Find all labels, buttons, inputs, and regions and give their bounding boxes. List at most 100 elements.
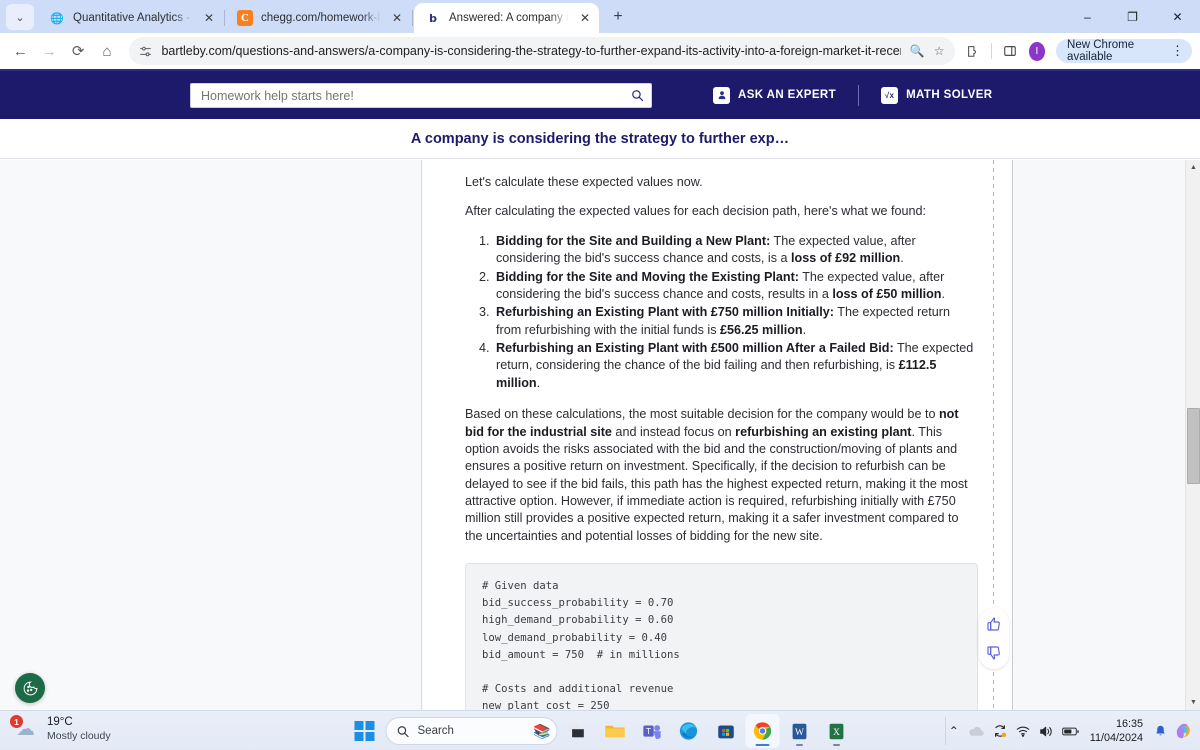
running-indicator xyxy=(833,743,840,746)
extensions-icon[interactable] xyxy=(961,37,985,65)
avatar[interactable]: I xyxy=(1028,41,1046,61)
wifi-icon[interactable] xyxy=(1016,725,1030,737)
reload-button[interactable]: ⟳ xyxy=(66,37,91,65)
finding-text-b: . xyxy=(536,375,541,390)
close-icon[interactable]: ✕ xyxy=(201,10,217,26)
math-solver-link[interactable]: √x MATH SOLVER xyxy=(881,86,993,104)
minimize-button[interactable]: – xyxy=(1065,0,1110,33)
browser-tab-0[interactable]: 🌐 Quantitative Analytics - BUS260 ✕ xyxy=(38,3,223,33)
close-window-button[interactable]: ✕ xyxy=(1155,0,1200,33)
toolbar-divider xyxy=(990,43,992,59)
taskbar-app-edge[interactable] xyxy=(672,714,706,748)
right-rail-pane xyxy=(1014,160,1185,710)
cookie-consent-button[interactable] xyxy=(15,673,45,703)
chegg-icon: C xyxy=(237,10,253,26)
search-icon[interactable] xyxy=(631,89,644,102)
forward-button[interactable]: → xyxy=(37,37,62,65)
conclusion-p2: and instead focus on xyxy=(611,424,736,439)
side-panel-icon[interactable] xyxy=(998,37,1022,65)
tray-overflow-icon[interactable]: ⌃ xyxy=(949,724,959,738)
maximize-button[interactable]: ❐ xyxy=(1110,0,1155,33)
content-viewport: Let's calculate these expected values no… xyxy=(0,160,1185,710)
home-button[interactable]: ⌂ xyxy=(95,37,120,65)
page-title: A company is considering the strategy to… xyxy=(410,130,790,147)
thumbs-down-icon[interactable] xyxy=(984,643,1004,663)
chrome-update-pill[interactable]: New Chrome available ⋮ xyxy=(1056,39,1193,63)
arrow-right-icon: → xyxy=(41,42,57,60)
findings-list: Bidding for the Site and Building a New … xyxy=(465,233,978,392)
taskbar-app-excel[interactable]: X xyxy=(820,714,854,748)
answer-conclusion: Based on these calculations, the most su… xyxy=(465,406,978,545)
notifications-bell-icon[interactable] xyxy=(1154,724,1167,738)
taskbar-search[interactable]: Search 📚 xyxy=(385,717,558,745)
scroll-down-button[interactable]: ▼ xyxy=(1186,695,1200,710)
site-search[interactable] xyxy=(190,83,652,108)
svg-text:T: T xyxy=(645,726,651,736)
file-explorer-dark-icon xyxy=(568,724,584,738)
taskbar-app-microsoft-store[interactable] xyxy=(709,714,743,748)
thumbs-up-icon[interactable] xyxy=(984,614,1004,634)
reload-icon: ⟳ xyxy=(71,43,85,60)
answer-lead-1: Let's calculate these expected values no… xyxy=(465,175,703,189)
address-bar[interactable]: bartleby.com/questions-and-answers/a-com… xyxy=(129,37,955,65)
taskbar-app-chrome[interactable] xyxy=(745,714,780,748)
magnifier-icon[interactable]: 🔍 xyxy=(910,44,925,58)
taskbar-center: Search 📚 T W X xyxy=(347,711,854,750)
onedrive-icon[interactable] xyxy=(968,725,984,737)
star-icon[interactable]: ☆ xyxy=(934,44,945,58)
finding-term: Refurbishing an Existing Plant with £500… xyxy=(496,341,894,355)
close-icon[interactable]: ✕ xyxy=(577,10,593,26)
tab-title: Answered: A company is consid xyxy=(449,12,569,24)
ask-an-expert-link[interactable]: ASK AN EXPERT xyxy=(713,86,836,104)
bartleby-icon: b xyxy=(429,11,437,25)
conclusion-p3: . This option avoids the risks associate… xyxy=(465,424,968,543)
globe-icon: 🌐 xyxy=(50,12,64,25)
minimize-icon: – xyxy=(1084,9,1091,24)
taskbar-clock[interactable]: 16:35 11/04/2024 xyxy=(1090,717,1143,745)
windows-update-icon[interactable] xyxy=(993,724,1007,738)
finding-term: Refurbishing an Existing Plant with £750… xyxy=(496,305,834,320)
edge-icon xyxy=(679,722,698,740)
triangle-down-icon: ▼ xyxy=(1190,699,1197,706)
tune-icon[interactable] xyxy=(139,45,152,58)
scroll-up-button[interactable]: ▲ xyxy=(1186,160,1200,175)
weather-text: 19°C Mostly cloudy xyxy=(47,715,111,743)
kebab-menu-icon[interactable]: ⋮ xyxy=(1171,43,1184,59)
volume-icon[interactable] xyxy=(1039,725,1053,738)
svg-text:W: W xyxy=(795,727,804,737)
new-tab-button[interactable]: + xyxy=(605,4,631,30)
weather-widget[interactable]: ☁ 1 19°C Mostly cloudy xyxy=(10,715,111,743)
screen: ⌄ 🌐 Quantitative Analytics - BUS260 ✕ C … xyxy=(0,0,1200,750)
scrollbar-thumb[interactable] xyxy=(1187,408,1200,484)
page-scrollbar[interactable]: ▲ ▼ xyxy=(1185,160,1200,710)
math-solver-icon: √x xyxy=(881,86,899,104)
update-label: New Chrome available xyxy=(1067,39,1135,63)
tab-search-button[interactable]: ⌄ xyxy=(6,4,34,30)
home-icon: ⌂ xyxy=(102,42,112,60)
taskbar-app-teams[interactable]: T xyxy=(635,714,669,748)
browser-tab-1[interactable]: C chegg.com/homework-help/qu ✕ xyxy=(226,3,411,33)
tray-divider xyxy=(944,717,946,745)
copilot-icon[interactable] xyxy=(1176,723,1192,739)
svg-text:X: X xyxy=(833,727,840,737)
search-input[interactable] xyxy=(201,88,631,103)
microsoft-store-icon xyxy=(717,724,734,738)
back-button[interactable]: ← xyxy=(8,37,33,65)
close-icon[interactable]: ✕ xyxy=(389,10,405,26)
search-doodle-icon: 📚 xyxy=(533,722,551,739)
battery-icon[interactable] xyxy=(1061,726,1079,737)
tab-title: chegg.com/homework-help/qu xyxy=(261,12,381,24)
browser-tab-2[interactable]: b Answered: A company is consid ✕ xyxy=(414,3,599,33)
taskbar-app-word[interactable]: W xyxy=(783,714,817,748)
list-item: Refurbishing an Existing Plant with £500… xyxy=(493,340,978,392)
list-item: Bidding for the Site and Moving the Exis… xyxy=(493,269,978,304)
start-button[interactable] xyxy=(347,713,383,749)
windows-taskbar: ☁ 1 19°C Mostly cloudy Search 📚 T W X ⌃ … xyxy=(0,710,1200,750)
taskbar-app-file-explorer-dark[interactable] xyxy=(561,714,595,748)
word-icon: W xyxy=(792,723,807,739)
link-label: MATH SOLVER xyxy=(906,89,993,101)
cloud-icon: ☁ 1 xyxy=(10,715,39,740)
conclusion-p1: Based on these calculations, the most su… xyxy=(465,407,939,422)
taskbar-app-file-explorer[interactable] xyxy=(598,714,632,748)
toolbar-actions: I New Chrome available ⋮ xyxy=(961,37,1193,65)
